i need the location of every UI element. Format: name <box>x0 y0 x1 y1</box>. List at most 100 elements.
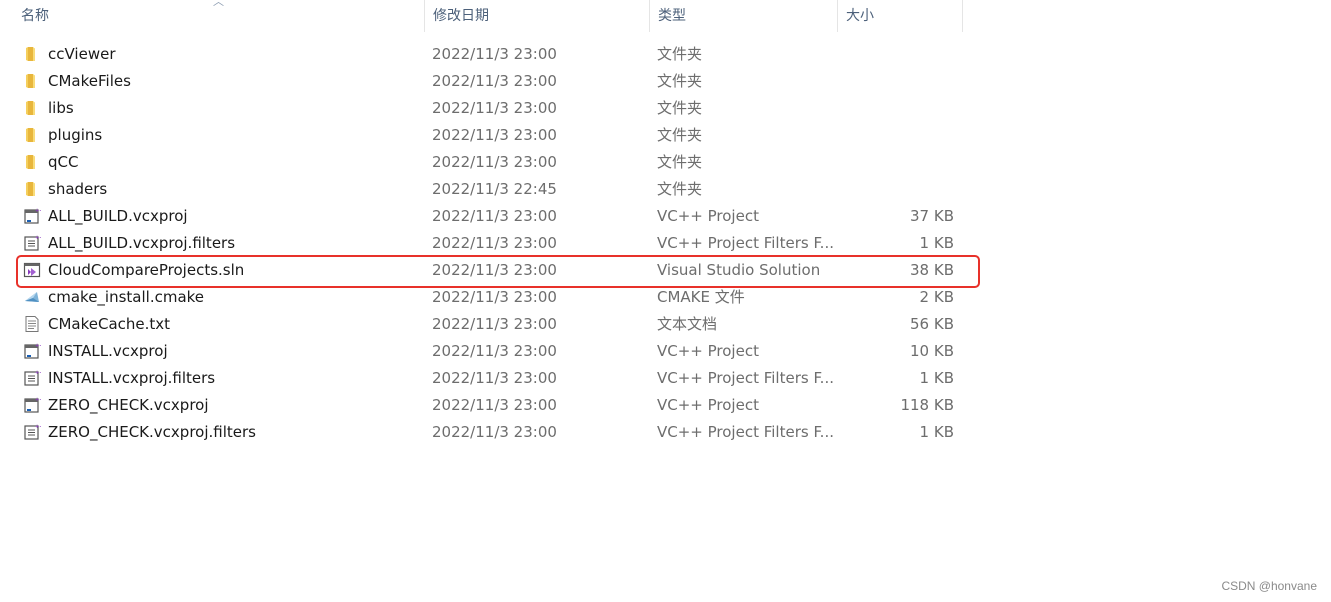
file-name-cell: ++ ALL_BUILD.vcxproj <box>0 207 425 225</box>
file-type: 文件夹 <box>657 126 703 144</box>
file-name-cell: ++ INSTALL.vcxproj.filters <box>0 369 425 387</box>
file-row[interactable]: CMakeFiles 2022/11/3 23:00 文件夹 <box>0 67 963 94</box>
file-name: INSTALL.vcxproj <box>48 341 168 360</box>
file-date: 2022/11/3 23:00 <box>432 341 557 360</box>
file-name: CMakeCache.txt <box>48 314 171 333</box>
file-row[interactable]: CMakeCache.txt 2022/11/3 23:00 文本文档 56 KB <box>0 310 963 337</box>
file-row[interactable]: CloudCompareProjects.sln 2022/11/3 23:00 V… <box>0 256 963 283</box>
file-name-cell: CMakeFiles <box>0 72 425 90</box>
file-list: ccViewer 2022/11/3 23:00 文件夹 CMakeFiles 2022… <box>0 40 963 445</box>
file-row[interactable]: ccViewer 2022/11/3 23:00 文件夹 <box>0 40 963 67</box>
file-date: 2022/11/3 23:00 <box>432 125 557 144</box>
file-date: 2022/11/3 23:00 <box>432 395 557 414</box>
file-name-cell: CMakeCache.txt <box>0 315 425 333</box>
file-date: 2022/11/3 23:00 <box>432 152 557 171</box>
file-row[interactable]: ++ ZERO_CHECK.vcxproj.filters 2022/11/3 23… <box>0 418 963 445</box>
file-size: 2 KB <box>919 287 954 306</box>
column-header-size[interactable]: 大小 <box>838 0 963 32</box>
file-date: 2022/11/3 23:00 <box>432 260 557 279</box>
column-header-size-label: 大小 <box>846 8 874 24</box>
file-type: VC++ Project <box>657 341 759 360</box>
file-type: Visual Studio Solution <box>657 260 821 279</box>
column-header-type[interactable]: 类型 <box>650 0 838 32</box>
column-header: ︿ 名称 修改日期 类型 大小 <box>0 0 963 32</box>
file-size: 1 KB <box>919 422 954 441</box>
svg-text:++: ++ <box>35 370 41 376</box>
folder-icon <box>23 126 41 144</box>
text-document-icon <box>23 315 41 333</box>
file-name: qCC <box>48 152 79 171</box>
visual-studio-solution-icon <box>23 261 41 279</box>
file-name: shaders <box>48 179 108 198</box>
file-type: 文件夹 <box>657 45 703 63</box>
file-date: 2022/11/3 23:00 <box>432 287 557 306</box>
file-date: 2022/11/3 23:00 <box>432 71 557 90</box>
file-date: 2022/11/3 23:00 <box>432 368 557 387</box>
file-name-cell: ++ INSTALL.vcxproj <box>0 342 425 360</box>
file-row[interactable]: qCC 2022/11/3 23:00 文件夹 <box>0 148 963 175</box>
file-name: plugins <box>48 125 103 144</box>
file-name: ALL_BUILD.vcxproj.filters <box>48 233 236 252</box>
file-name-cell: plugins <box>0 126 425 144</box>
file-row[interactable]: ++ INSTALL.vcxproj.filters 2022/11/3 23:00… <box>0 364 963 391</box>
watermark: CSDN @honvane <box>1221 579 1317 593</box>
file-name-cell: ++ ALL_BUILD.vcxproj.filters <box>0 234 425 252</box>
file-row[interactable]: ++ ALL_BUILD.vcxproj 2022/11/3 23:00 VC++ P… <box>0 202 963 229</box>
file-row[interactable]: cmake_install.cmake 2022/11/3 23:00 CMAKE … <box>0 283 963 310</box>
folder-icon <box>23 99 41 117</box>
file-date: 2022/11/3 23:00 <box>432 44 557 63</box>
folder-icon <box>23 153 41 171</box>
file-size: 56 KB <box>910 314 954 333</box>
file-name: cmake_install.cmake <box>48 287 205 306</box>
svg-text:++: ++ <box>35 397 41 403</box>
file-row[interactable]: ++ ALL_BUILD.vcxproj.filters 2022/11/3 23:… <box>0 229 963 256</box>
file-type: VC++ Project <box>657 206 759 225</box>
file-type: VC++ Project <box>657 395 759 414</box>
file-date: 2022/11/3 23:00 <box>432 233 557 252</box>
file-name: libs <box>48 98 74 117</box>
svg-text:++: ++ <box>35 424 41 430</box>
column-header-name[interactable]: ︿ 名称 <box>0 0 425 32</box>
file-size: 118 KB <box>900 395 954 414</box>
vcxproj-icon: ++ <box>23 207 43 225</box>
file-type: VC++ Project Filters F... <box>657 368 834 387</box>
file-name: ZERO_CHECK.vcxproj <box>48 395 209 414</box>
file-type: CMAKE 文件 <box>657 288 745 306</box>
file-type: 文件夹 <box>657 180 703 198</box>
file-type: 文件夹 <box>657 153 703 171</box>
file-row[interactable]: plugins 2022/11/3 23:00 文件夹 <box>0 121 963 148</box>
vcxproj-filters-icon: ++ <box>23 423 43 441</box>
file-size: 38 KB <box>910 260 954 279</box>
file-date: 2022/11/3 23:00 <box>432 314 557 333</box>
file-name-cell: CloudCompareProjects.sln <box>0 261 425 279</box>
file-date: 2022/11/3 23:00 <box>432 206 557 225</box>
file-name: INSTALL.vcxproj.filters <box>48 368 216 387</box>
svg-text:++: ++ <box>35 208 41 214</box>
file-size: 1 KB <box>919 368 954 387</box>
cmake-file-icon <box>23 288 41 306</box>
vcxproj-filters-icon: ++ <box>23 369 43 387</box>
file-row[interactable]: shaders 2022/11/3 22:45 文件夹 <box>0 175 963 202</box>
file-name: ZERO_CHECK.vcxproj.filters <box>48 422 256 441</box>
file-explorer: ︿ 名称 修改日期 类型 大小 ccViewer 2022/11/3 23:00 文… <box>0 0 1331 602</box>
vcxproj-icon: ++ <box>23 396 43 414</box>
folder-icon <box>23 72 41 90</box>
file-size: 1 KB <box>919 233 954 252</box>
file-row[interactable]: libs 2022/11/3 23:00 文件夹 <box>0 94 963 121</box>
svg-text:++: ++ <box>35 235 41 241</box>
file-type: 文本文档 <box>657 315 718 333</box>
file-date: 2022/11/3 23:00 <box>432 422 557 441</box>
vcxproj-filters-icon: ++ <box>23 234 43 252</box>
folder-icon <box>23 45 41 63</box>
file-row[interactable]: ++ ZERO_CHECK.vcxproj 2022/11/3 23:00 VC++ … <box>0 391 963 418</box>
file-row[interactable]: ++ INSTALL.vcxproj 2022/11/3 23:00 VC++ Pro… <box>0 337 963 364</box>
file-size: 37 KB <box>910 206 954 225</box>
column-header-type-label: 类型 <box>658 8 686 24</box>
file-size: 10 KB <box>910 341 954 360</box>
column-header-date-label: 修改日期 <box>433 8 489 24</box>
column-header-date[interactable]: 修改日期 <box>425 0 650 32</box>
file-name-cell: libs <box>0 99 425 117</box>
file-name: ALL_BUILD.vcxproj <box>48 206 188 225</box>
file-name: ccViewer <box>48 44 116 63</box>
file-name: CMakeFiles <box>48 71 131 90</box>
